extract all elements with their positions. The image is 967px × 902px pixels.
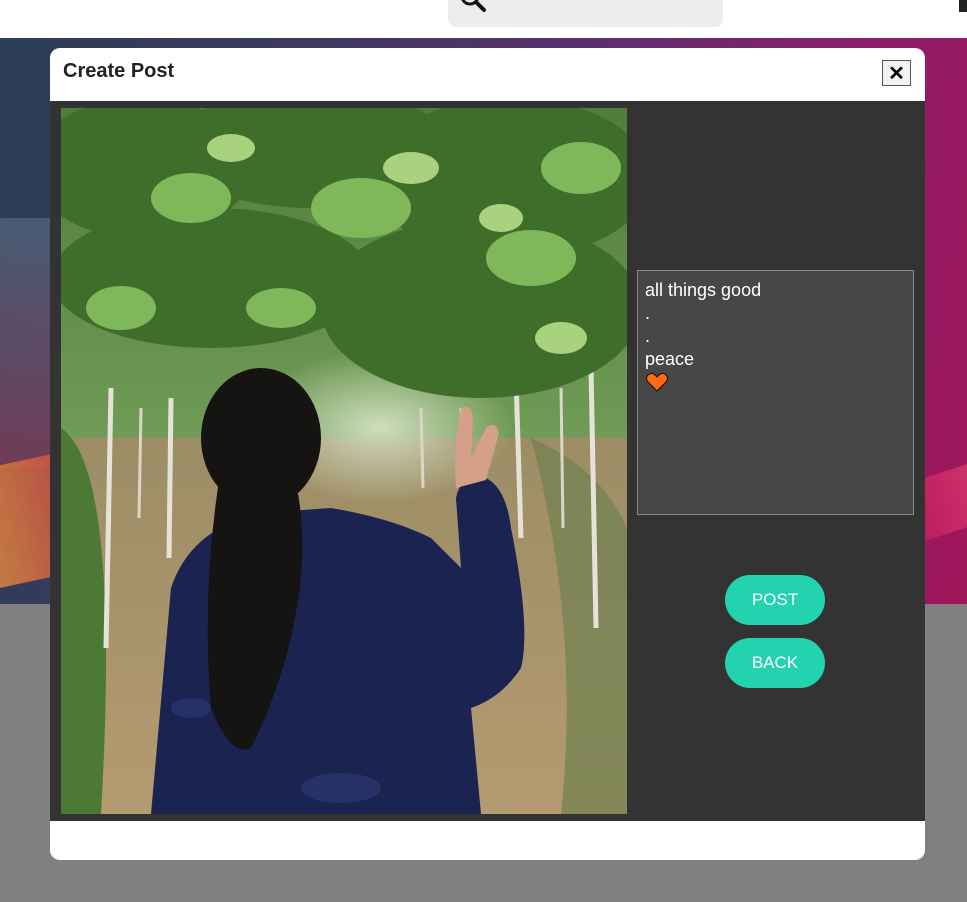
search-bar[interactable] <box>448 0 723 27</box>
modal-body: all things good . . peace POST BACK <box>50 101 925 821</box>
post-photo <box>61 108 627 814</box>
back-button[interactable]: BACK <box>725 638 825 688</box>
modal-header: Create Post ✕ <box>50 48 925 101</box>
caption-text: all things good . . peace <box>645 280 762 369</box>
caption-textarea[interactable]: all things good . . peace <box>637 270 914 515</box>
modal-title: Create Post <box>63 60 175 82</box>
post-button[interactable]: POST <box>725 575 825 625</box>
top-bar <box>0 0 967 38</box>
create-post-modal: Create Post ✕ all things good . . peace … <box>50 48 925 860</box>
close-button[interactable]: ✕ <box>882 60 911 86</box>
top-right-edge-mark <box>959 0 967 12</box>
orange-heart-icon <box>646 372 668 392</box>
search-icon <box>461 0 486 12</box>
